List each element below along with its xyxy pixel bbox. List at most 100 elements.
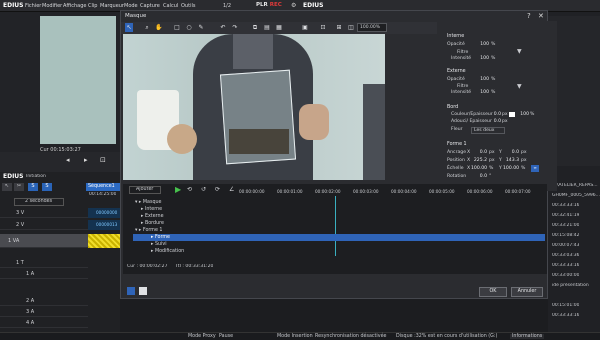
gear-icon[interactable]: ⚙	[291, 2, 296, 9]
menu-calcul[interactable]: Calcul	[163, 3, 178, 9]
externe-opacite-value[interactable]: 100	[473, 77, 489, 82]
externe-intensite-value[interactable]: 100	[473, 90, 489, 95]
menu-fichier[interactable]: Fichier	[25, 3, 41, 9]
tree-externe[interactable]: ▸ Externe	[133, 213, 237, 220]
menu-affichage[interactable]: Affichage	[63, 3, 87, 9]
insert-icon[interactable]: ⊡	[100, 156, 106, 164]
plr-rec-indicator[interactable]: PLR REC	[256, 2, 282, 8]
s2-mode-icon[interactable]: S	[42, 183, 52, 191]
menu-modifier[interactable]: Modifier	[42, 3, 62, 9]
tree-interne[interactable]: ▸ Interne	[133, 206, 237, 213]
mode-a-icon[interactable]	[127, 287, 135, 295]
mode-b-icon[interactable]	[139, 287, 147, 295]
tab-sequence[interactable]: Séquence1	[86, 183, 120, 191]
unit-label: %	[491, 42, 496, 47]
track-4a[interactable]: 4 A	[0, 318, 88, 328]
unit-label: %	[491, 56, 496, 61]
delete-icon[interactable]: ▦	[275, 23, 283, 32]
bin-tc: 00:32:41:19	[552, 213, 580, 218]
filter-icon[interactable]: ▼	[517, 83, 522, 90]
label-rotation: Rotation	[447, 174, 467, 179]
track-1a[interactable]: 1 A	[0, 269, 88, 279]
help-icon[interactable]: ?	[527, 12, 531, 20]
track-1va[interactable]: 1 VA	[0, 234, 88, 248]
link-scale-icon[interactable]: ∞	[531, 165, 539, 172]
undo-icon[interactable]: ↶	[219, 23, 227, 32]
filter-icon[interactable]: ▼	[517, 48, 522, 55]
zoom-select[interactable]: 100.00%	[357, 23, 387, 32]
menu-mode[interactable]: Mode	[124, 3, 138, 9]
tab-informations[interactable]: Informations	[510, 334, 545, 339]
redo-icon[interactable]: ↷	[231, 23, 239, 32]
grid-icon[interactable]: ⊞	[335, 23, 343, 32]
ajouter-button[interactable]: Ajouter	[129, 186, 161, 194]
clip-3v[interactable]: 00000000	[88, 208, 120, 218]
loop-icon[interactable]: ↺	[201, 186, 206, 193]
time-scale-select[interactable]: 2 secondes	[14, 198, 64, 206]
bord-pct-value[interactable]: 100	[517, 112, 529, 117]
track-3a[interactable]: 3 A	[0, 307, 88, 317]
copy-icon[interactable]: ⧉	[251, 23, 259, 32]
ok-button[interactable]: OK	[479, 287, 507, 297]
track-2v[interactable]: 2 V	[0, 220, 88, 230]
clip-2v[interactable]: 00000013	[88, 220, 120, 230]
rotation-value[interactable]: 0.0	[471, 174, 487, 179]
tree-suivi[interactable]: ▸ Suivi	[133, 241, 237, 248]
select-tool-icon[interactable]: ↖	[2, 183, 12, 191]
interne-intensite-value[interactable]: 100	[473, 56, 489, 61]
tree-forme[interactable]: ▸ Forme	[133, 234, 545, 241]
zoom-icon[interactable]: ⌕	[143, 23, 151, 32]
clip-1va[interactable]	[88, 234, 120, 248]
s1-mode-icon[interactable]: S	[28, 183, 38, 191]
paste-icon[interactable]: ▤	[263, 23, 271, 32]
unit-label: px	[521, 150, 527, 155]
position-y[interactable]: 143.3	[503, 158, 519, 163]
x-label: X	[467, 150, 471, 155]
bord-adouci-value[interactable]: 0.0	[489, 119, 501, 124]
preview-canvas[interactable]	[123, 34, 385, 180]
ancrage-x[interactable]: 0.0	[473, 150, 487, 155]
interne-opacite-value[interactable]: 100	[473, 42, 489, 47]
tree-modification[interactable]: ▸ Modification	[133, 248, 237, 255]
graph-icon[interactable]: ∠	[229, 186, 234, 193]
fleur-select[interactable]: Les deux	[471, 127, 505, 134]
echelle-y[interactable]: 100.00	[503, 166, 519, 171]
cut-tool-icon[interactable]: ✂	[14, 183, 24, 191]
out-point-icon[interactable]: ▸	[84, 156, 88, 164]
track-2a[interactable]: 2 A	[0, 296, 88, 306]
playhead[interactable]	[335, 196, 336, 256]
position-x[interactable]: 225.2	[471, 158, 487, 163]
hand-icon[interactable]: ✋	[155, 23, 163, 32]
close-icon[interactable]: ✕	[538, 12, 544, 20]
view-icon[interactable]: ▣	[301, 23, 309, 32]
rect-icon[interactable]: □	[173, 23, 181, 32]
safe-area-icon[interactable]: ◫	[347, 23, 355, 32]
play-icon[interactable]: ▶	[175, 185, 181, 194]
fit-icon[interactable]: ⊡	[319, 23, 327, 32]
menu-capture[interactable]: Capture	[140, 3, 160, 9]
ellipse-icon[interactable]: ○	[185, 23, 193, 32]
echelle-x[interactable]: 100.00	[471, 166, 487, 171]
track-1t[interactable]: 1 T	[0, 258, 88, 268]
menu-marqueur[interactable]: Marqueur	[100, 3, 124, 9]
prev-keyframe-icon[interactable]: ⟲	[187, 186, 192, 193]
bin-tc: 00:33:03:36	[552, 253, 580, 258]
tree-bordure[interactable]: ▸ Bordure	[133, 220, 237, 227]
next-keyframe-icon[interactable]: ⟳	[215, 186, 220, 193]
pen-icon[interactable]: ✎	[197, 23, 205, 32]
in-point-icon[interactable]: ◂	[66, 156, 70, 164]
menu-outils[interactable]: Outils	[181, 3, 195, 9]
track-3v[interactable]: 3 V	[0, 208, 88, 218]
player-preview	[40, 16, 116, 144]
menu-clip[interactable]: Clip	[88, 3, 97, 9]
ruler-tick: 00:00:05:00	[429, 189, 455, 194]
section-bord: Bord	[447, 105, 459, 110]
label-intensite: Intensité	[451, 56, 472, 61]
select-icon[interactable]: ↖	[125, 23, 133, 32]
cancel-button[interactable]: Annuler	[511, 287, 543, 297]
tree-forme1[interactable]: ▾ ▸ Forme 1	[133, 227, 237, 234]
ancrage-y[interactable]: 0.0	[505, 150, 519, 155]
color-swatch[interactable]	[509, 112, 515, 117]
bord-couleur-value[interactable]: 0.0	[489, 112, 501, 117]
tree-masque[interactable]: ▾ ▸ Masque	[133, 199, 237, 206]
